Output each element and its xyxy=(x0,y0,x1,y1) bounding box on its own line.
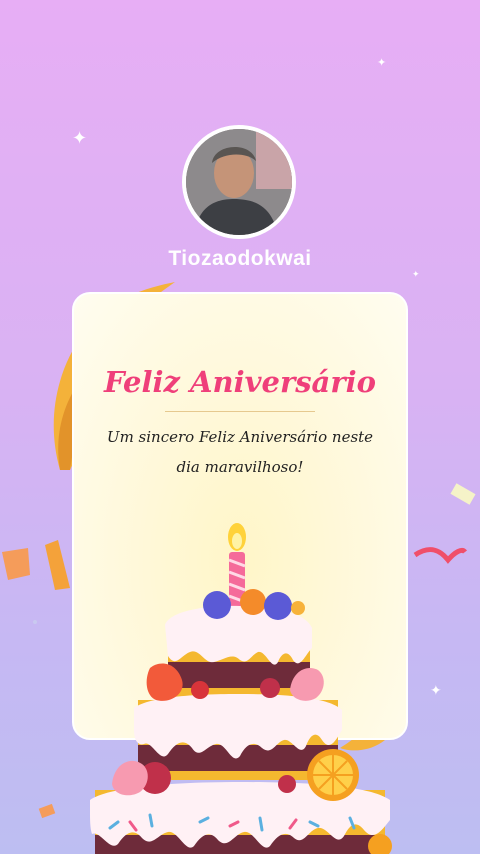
birthday-cake-illustration xyxy=(90,523,392,854)
